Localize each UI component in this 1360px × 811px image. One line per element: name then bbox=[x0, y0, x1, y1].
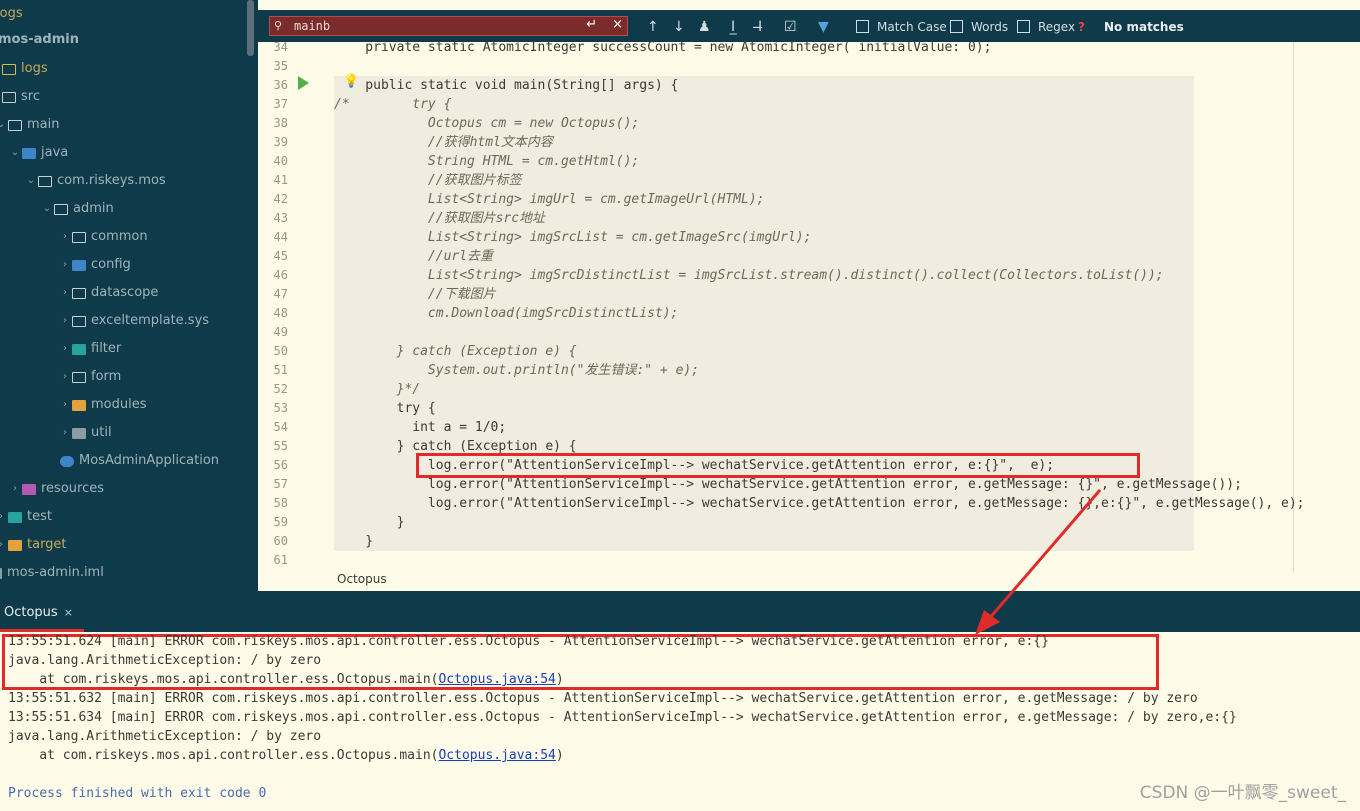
watermark: CSDN @一叶飘零_sweet_ bbox=[1139, 783, 1346, 803]
annotation-arrow bbox=[975, 489, 1102, 635]
